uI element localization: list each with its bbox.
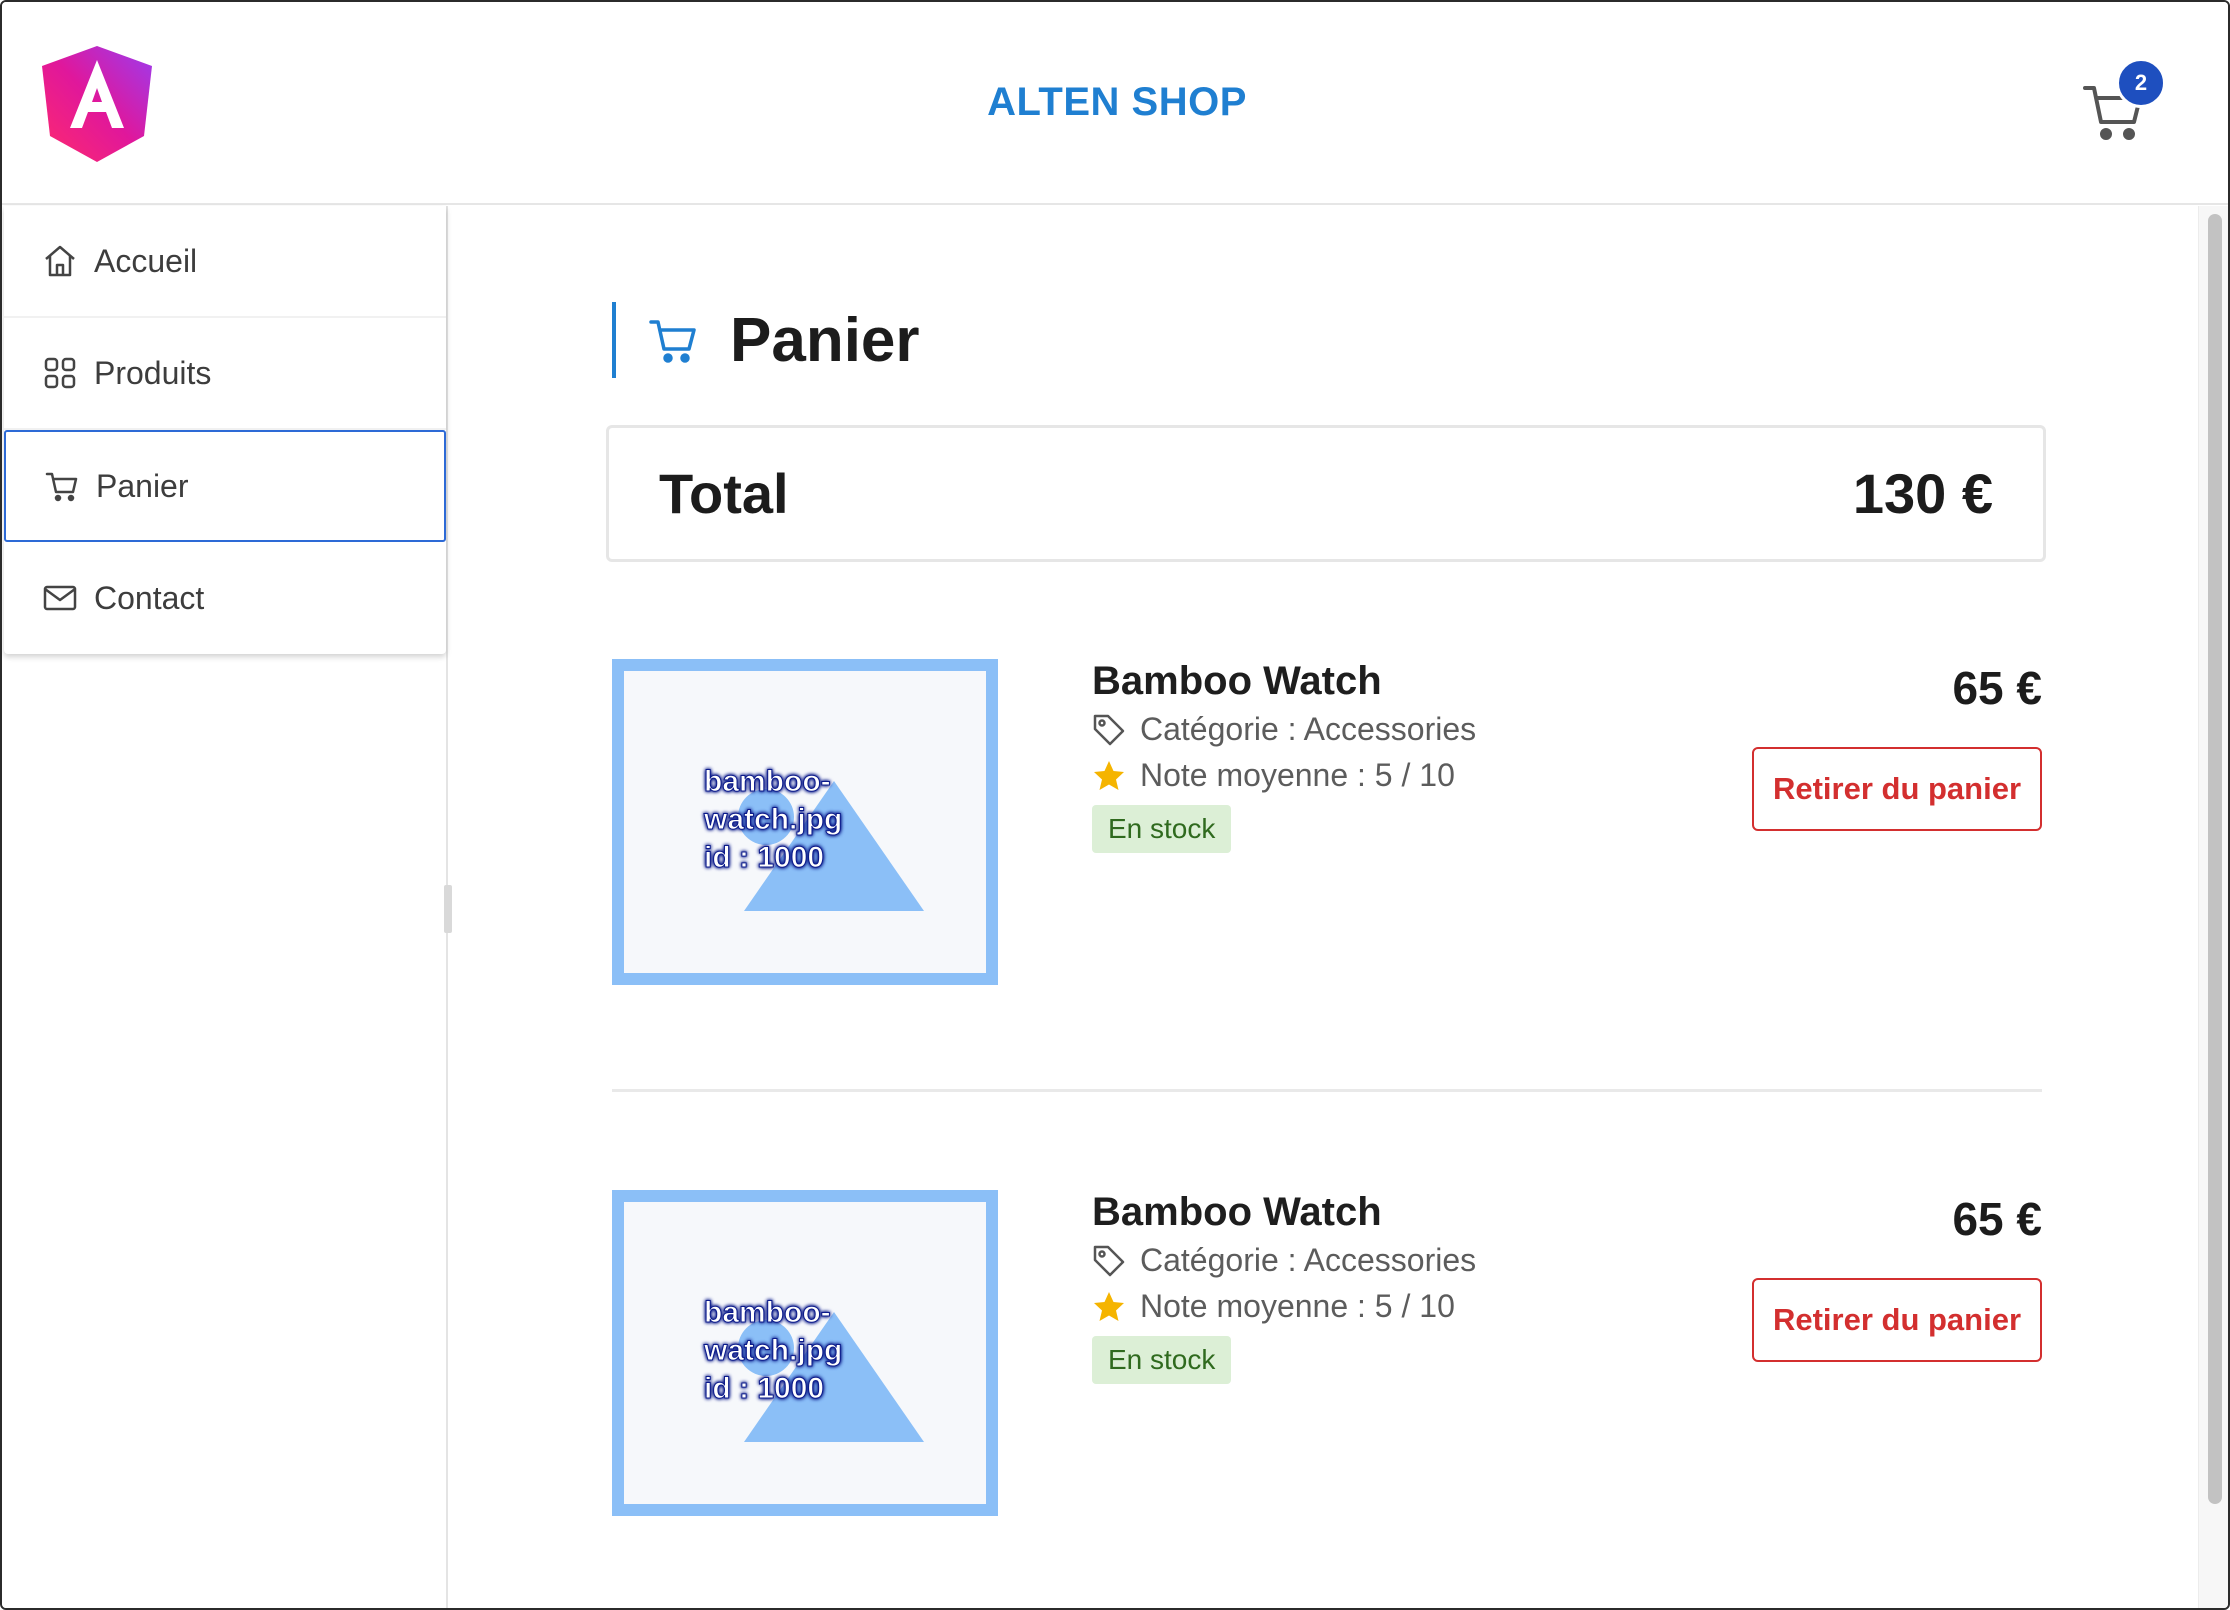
image-alt-text: bamboo- watch.jpg id : 1000: [703, 765, 843, 875]
product-category-text: Catégorie : Accessories: [1140, 1242, 1477, 1278]
product-image: bamboo- watch.jpg id : 1000: [612, 1190, 998, 1516]
sidebar-item-accueil[interactable]: Accueil: [4, 206, 446, 318]
product-name: Bamboo Watch: [1092, 659, 1382, 703]
stock-badge: En stock: [1092, 1336, 1232, 1384]
cart-icon: [648, 317, 698, 363]
product-rating: Note moyenne : 5 / 10: [1092, 1288, 1455, 1325]
home-icon: [42, 243, 78, 279]
star-icon: [1092, 1290, 1126, 1324]
remove-from-cart-button[interactable]: Retirer du panier: [1752, 747, 2042, 831]
product-name: Bamboo Watch: [1092, 1190, 1382, 1234]
total-card: Total 130 €: [606, 425, 2046, 562]
cart-count-badge: 2: [2116, 58, 2166, 108]
sidebar: Accueil Produits Panier Contact: [2, 206, 448, 1608]
star-icon: [1092, 759, 1126, 793]
product-category-text: Catégorie : Accessories: [1140, 711, 1477, 747]
sidebar-resize-handle[interactable]: [444, 885, 452, 933]
app-window: ALTEN SHOP 2 Accueil Produits Panier Con…: [0, 0, 2230, 1610]
cart-item: bamboo- watch.jpg id : 1000 Bamboo Watch…: [612, 1190, 2042, 1520]
product-category: Catégorie : Accessories: [1092, 711, 1476, 748]
tag-icon: [1092, 1244, 1126, 1278]
total-label: Total: [659, 462, 789, 525]
top-bar: ALTEN SHOP 2: [2, 2, 2228, 205]
sidebar-item-label: Produits: [94, 354, 212, 391]
page-title-text: Panier: [730, 305, 920, 375]
product-price: 65 €: [1952, 662, 2042, 714]
scrollbar-thumb[interactable]: [2208, 214, 2222, 1504]
grid-icon: [42, 355, 78, 391]
sidebar-item-produits[interactable]: Produits: [4, 318, 446, 430]
product-category: Catégorie : Accessories: [1092, 1242, 1476, 1279]
sidebar-item-label: Accueil: [94, 242, 198, 279]
product-rating-text: Note moyenne : 5 / 10: [1140, 1288, 1455, 1324]
sidebar-menu: Accueil Produits Panier Contact: [4, 206, 446, 654]
product-rating: Note moyenne : 5 / 10: [1092, 757, 1455, 794]
image-alt-text: bamboo- watch.jpg id : 1000: [703, 1296, 843, 1406]
product-image: bamboo- watch.jpg id : 1000: [612, 659, 998, 985]
envelope-icon: [42, 580, 78, 616]
sidebar-item-label: Contact: [94, 579, 205, 616]
product-price: 65 €: [1952, 1193, 2042, 1245]
tag-icon: [1092, 713, 1126, 747]
stock-badge: En stock: [1092, 805, 1232, 853]
sidebar-item-contact[interactable]: Contact: [4, 542, 446, 654]
app-title[interactable]: ALTEN SHOP: [2, 80, 2228, 125]
product-rating-text: Note moyenne : 5 / 10: [1140, 757, 1455, 793]
item-divider: [612, 1089, 2042, 1092]
page-title: Panier: [612, 302, 920, 378]
cart-item: bamboo- watch.jpg id : 1000 Bamboo Watch…: [612, 659, 2042, 989]
cart-icon: [44, 468, 80, 504]
remove-from-cart-button[interactable]: Retirer du panier: [1752, 1278, 2042, 1362]
total-value: 130 €: [1852, 462, 1993, 525]
sidebar-item-panier[interactable]: Panier: [4, 430, 446, 542]
sidebar-item-label: Panier: [96, 467, 189, 504]
